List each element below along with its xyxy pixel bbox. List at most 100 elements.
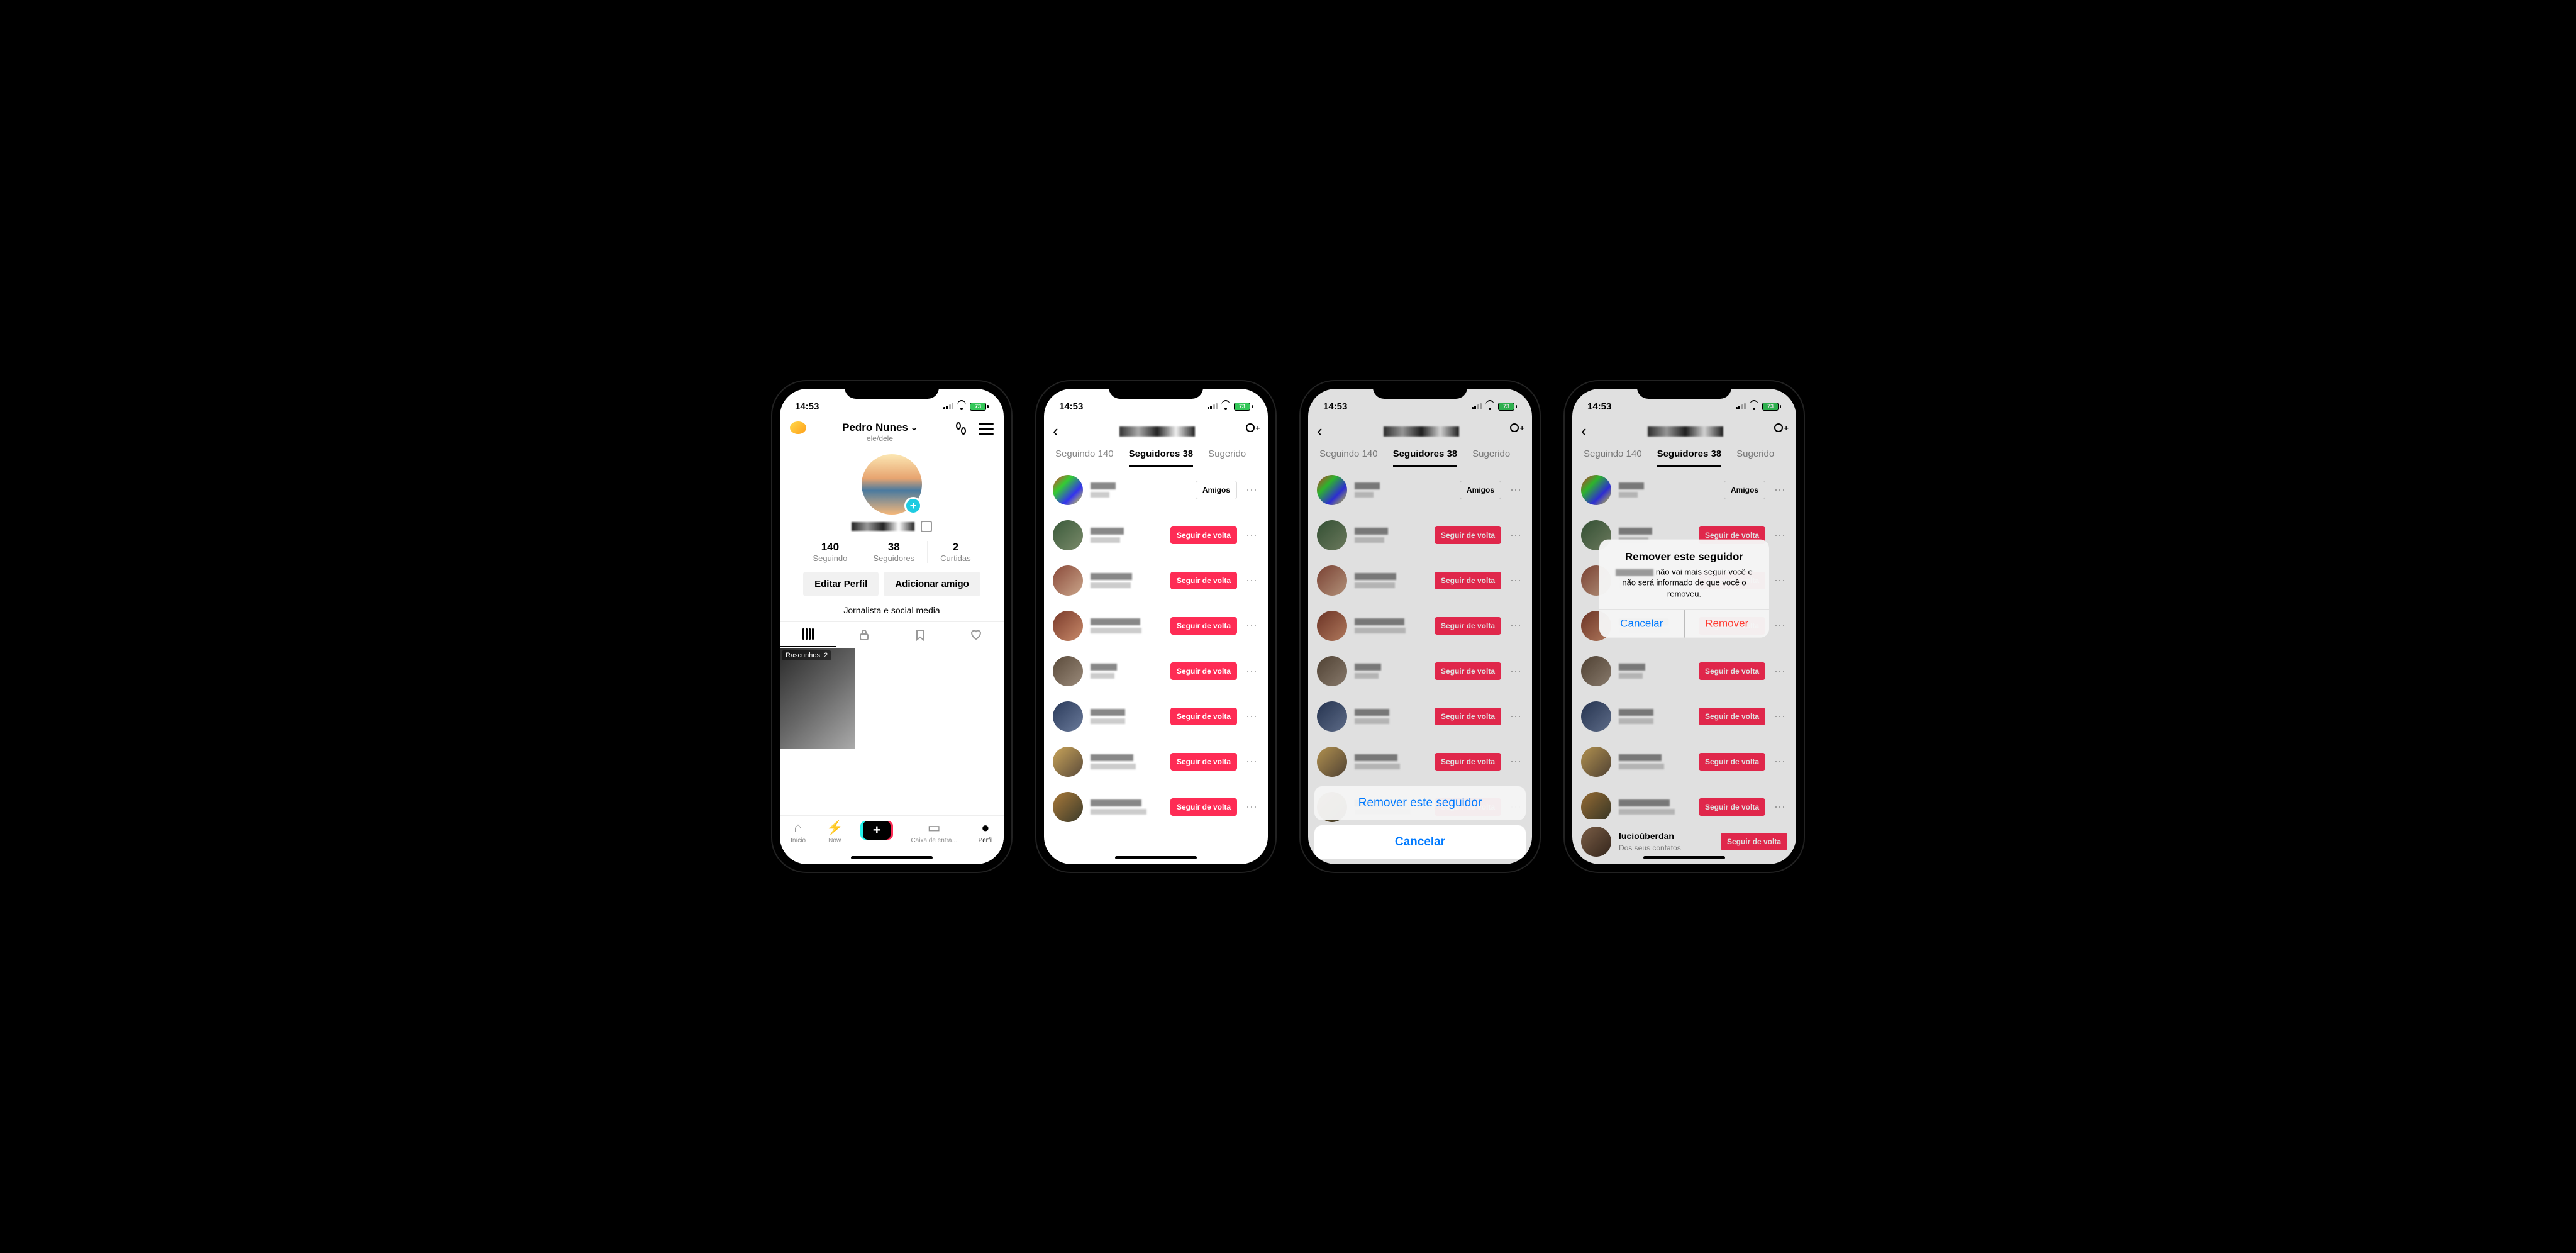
nav-inbox[interactable]: ▭Caixa de entra... — [911, 820, 957, 844]
follower-row[interactable]: Seguir de volta ⋯ — [1308, 603, 1532, 649]
follower-row[interactable]: Seguir de volta⋯ — [1308, 694, 1532, 739]
follow-back-button[interactable]: Seguir de volta — [1699, 708, 1765, 725]
follower-avatar[interactable] — [1053, 520, 1083, 550]
follower-row[interactable]: Seguir de volta ⋯ — [1044, 649, 1268, 694]
follower-row[interactable]: Seguir de volta⋯ — [1308, 513, 1532, 558]
more-icon[interactable]: ⋯ — [1245, 529, 1259, 542]
tab-following[interactable]: Seguindo 140 — [1319, 448, 1378, 467]
nav-home[interactable]: ⌂Início — [790, 820, 806, 844]
tab-suggested[interactable]: Sugerido — [1736, 448, 1774, 467]
more-icon[interactable]: ⋯ — [1509, 755, 1523, 769]
profile-name-dropdown[interactable]: Pedro Nunes⌄ — [842, 421, 918, 434]
follower-avatar[interactable] — [1317, 656, 1347, 686]
more-icon[interactable]: ⋯ — [1245, 484, 1259, 497]
tab-followers[interactable]: Seguidores 38 — [1393, 448, 1458, 467]
follower-row[interactable]: Amigos ⋯ — [1044, 467, 1268, 513]
follower-avatar[interactable] — [1053, 611, 1083, 641]
follower-avatar[interactable] — [1581, 475, 1611, 505]
follower-row[interactable]: Seguir de volta⋯ — [1044, 739, 1268, 784]
follow-back-button[interactable]: Seguir de volta — [1699, 753, 1765, 771]
footsteps-icon[interactable] — [953, 421, 969, 437]
more-icon[interactable]: ⋯ — [1773, 620, 1787, 633]
back-button[interactable]: ‹ — [1053, 421, 1072, 441]
follower-avatar[interactable] — [1053, 747, 1083, 777]
follower-avatar[interactable] — [1317, 701, 1347, 732]
follower-avatar[interactable] — [1317, 520, 1347, 550]
more-icon[interactable]: ⋯ — [1773, 665, 1787, 678]
follower-row[interactable]: Seguir de volta ⋯ — [1308, 558, 1532, 603]
follow-back-button[interactable]: Seguir de volta — [1170, 662, 1237, 680]
alert-cancel-button[interactable]: Cancelar — [1599, 610, 1684, 638]
follower-avatar[interactable] — [1053, 656, 1083, 686]
follower-avatar[interactable] — [1053, 565, 1083, 596]
follower-avatar[interactable] — [1317, 611, 1347, 641]
more-icon[interactable]: ⋯ — [1245, 710, 1259, 723]
follower-row[interactable]: Seguir de volta⋯ — [1044, 513, 1268, 558]
follower-avatar[interactable] — [1581, 792, 1611, 819]
drafts-tile[interactable]: Rascunhos: 2 — [780, 648, 855, 749]
follower-avatar[interactable] — [1053, 701, 1083, 732]
back-button[interactable]: ‹ — [1317, 421, 1336, 441]
follower-avatar[interactable] — [1053, 792, 1083, 822]
more-icon[interactable]: ⋯ — [1773, 755, 1787, 769]
follow-back-button[interactable]: Seguir de volta — [1170, 708, 1237, 725]
more-icon[interactable]: ⋯ — [1773, 484, 1787, 497]
follower-row[interactable]: Seguir de volta⋯ — [1044, 784, 1268, 830]
add-person-icon[interactable] — [1243, 423, 1259, 440]
follower-row[interactable]: Seguir de volta⋯ — [1572, 784, 1796, 819]
follow-back-button[interactable]: Seguir de volta — [1435, 572, 1501, 589]
more-icon[interactable]: ⋯ — [1245, 620, 1259, 633]
avatar-add-icon[interactable]: + — [904, 497, 922, 515]
more-icon[interactable]: ⋯ — [1245, 755, 1259, 769]
follower-avatar[interactable] — [1053, 475, 1083, 505]
follower-row[interactable]: Seguir de volta ⋯ — [1572, 649, 1796, 694]
more-icon[interactable]: ⋯ — [1509, 620, 1523, 633]
follower-avatar[interactable] — [1581, 656, 1611, 686]
nav-create[interactable]: + — [863, 820, 891, 840]
home-indicator[interactable] — [1643, 856, 1725, 859]
tab-followers[interactable]: Seguidores 38 — [1657, 448, 1722, 467]
follower-row[interactable]: Amigos ⋯ — [1572, 467, 1796, 513]
more-icon[interactable]: ⋯ — [1773, 529, 1787, 542]
more-icon[interactable]: ⋯ — [1245, 574, 1259, 588]
qr-icon[interactable] — [921, 521, 932, 532]
stat-likes[interactable]: 2Curtidas — [927, 541, 983, 563]
follower-row[interactable]: Seguir de volta ⋯ — [1044, 694, 1268, 739]
tab-following[interactable]: Seguindo 140 — [1584, 448, 1642, 467]
follow-back-button[interactable]: Seguir de volta — [1699, 798, 1765, 816]
home-indicator[interactable] — [1115, 856, 1197, 859]
follow-back-button[interactable]: Seguir de volta — [1699, 662, 1765, 680]
follower-avatar[interactable] — [1317, 565, 1347, 596]
tab-liked[interactable] — [948, 622, 1004, 647]
follower-avatar[interactable] — [1317, 475, 1347, 505]
more-icon[interactable]: ⋯ — [1245, 665, 1259, 678]
follow-back-button[interactable]: Seguir de volta — [1170, 572, 1237, 589]
follower-row[interactable]: Amigos⋯ — [1308, 467, 1532, 513]
more-icon[interactable]: ⋯ — [1773, 710, 1787, 723]
follower-row[interactable]: Seguir de volta ⋯ — [1572, 694, 1796, 739]
back-button[interactable]: ‹ — [1581, 421, 1600, 441]
tab-saved[interactable] — [892, 622, 948, 647]
stat-following[interactable]: 140Seguindo — [800, 541, 860, 563]
avatar[interactable]: + — [862, 454, 922, 515]
action-remove-follower[interactable]: Remover este seguidor — [1314, 786, 1526, 820]
menu-icon[interactable] — [979, 421, 994, 437]
tab-grid[interactable] — [780, 622, 836, 647]
action-cancel[interactable]: Cancelar — [1314, 825, 1526, 859]
follower-row[interactable]: Seguir de volta⋯ — [1044, 603, 1268, 649]
friends-button[interactable]: Amigos — [1724, 481, 1765, 499]
follow-back-button[interactable]: Seguir de volta — [1435, 753, 1501, 771]
tab-suggested[interactable]: Sugerido — [1208, 448, 1246, 467]
tab-following[interactable]: Seguindo 140 — [1055, 448, 1114, 467]
friends-button[interactable]: Amigos — [1196, 481, 1237, 499]
friends-button[interactable]: Amigos — [1460, 481, 1501, 499]
nav-profile[interactable]: ●Perfil — [977, 820, 994, 844]
follow-back-button[interactable]: Seguir de volta — [1435, 617, 1501, 635]
follower-avatar[interactable] — [1581, 701, 1611, 732]
more-icon[interactable]: ⋯ — [1509, 529, 1523, 542]
coin-icon[interactable] — [790, 421, 806, 434]
more-icon[interactable]: ⋯ — [1509, 574, 1523, 588]
more-icon[interactable]: ⋯ — [1773, 574, 1787, 588]
add-person-icon[interactable] — [1771, 423, 1787, 440]
follower-row[interactable]: Seguir de volta ⋯ — [1044, 558, 1268, 603]
